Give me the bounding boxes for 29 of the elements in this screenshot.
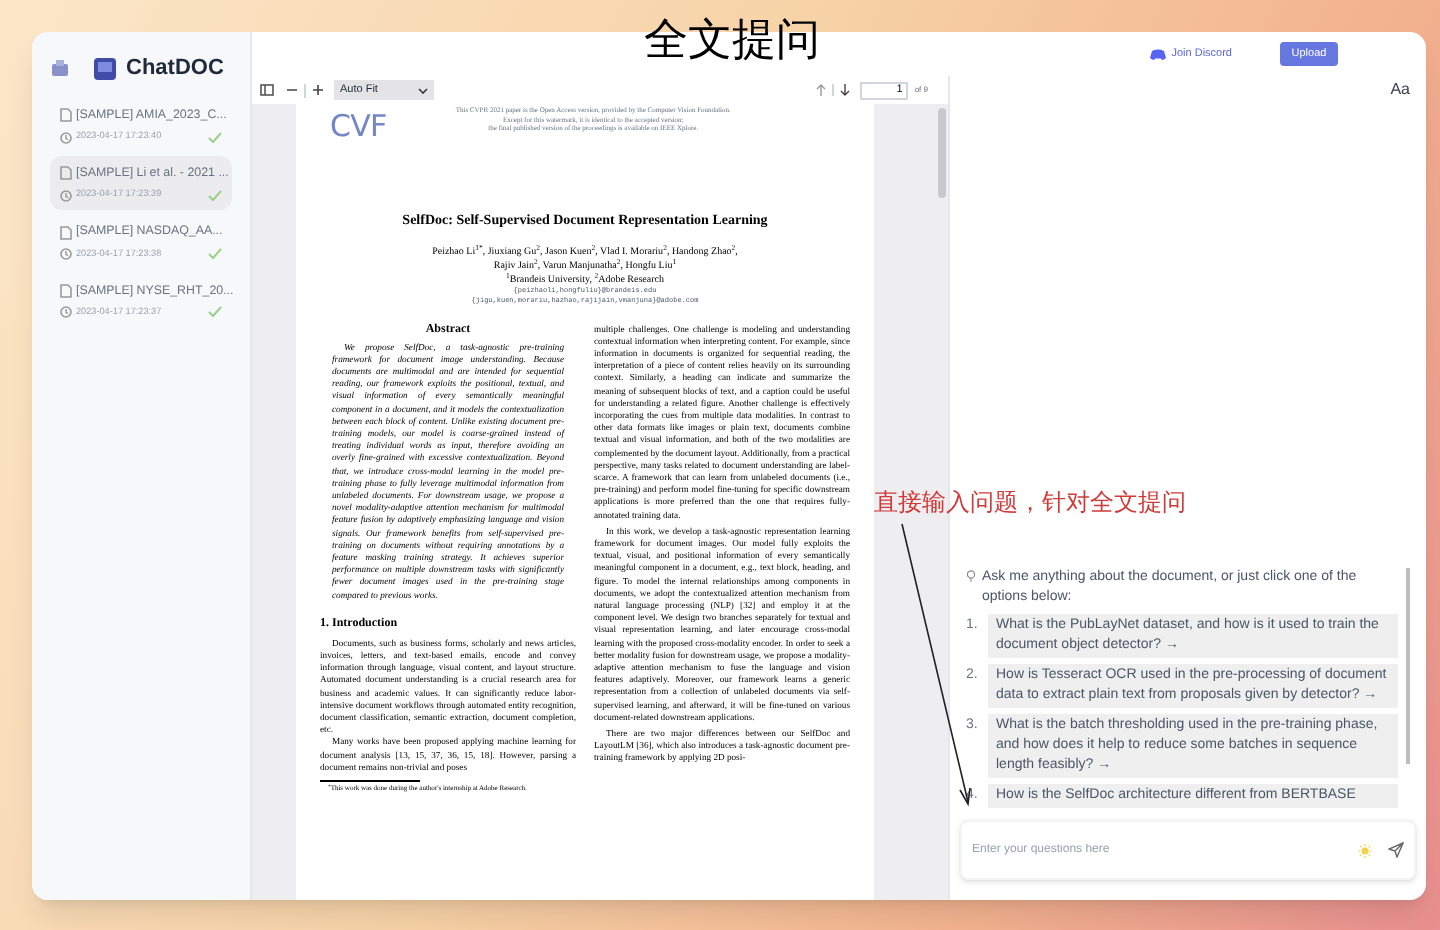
check-icon — [208, 248, 222, 261]
clock-icon — [60, 131, 72, 144]
clock-icon — [60, 189, 72, 202]
check-icon — [208, 306, 222, 319]
file-icon — [60, 108, 72, 123]
annotation-note: 直接输入问题，针对全文提问 — [874, 486, 1186, 518]
zoom-in-icon[interactable] — [312, 84, 324, 96]
app-name: ChatDOC — [126, 53, 224, 84]
font-settings-button[interactable]: Aa — [1390, 76, 1410, 104]
app-logo-icon — [94, 57, 116, 79]
arrow-down-icon[interactable] — [840, 84, 851, 96]
file-icon — [60, 166, 72, 181]
caret-icon — [418, 87, 428, 93]
scrollbar[interactable] — [1406, 568, 1410, 764]
annotation-title: 全文提问 — [644, 16, 820, 68]
check-icon — [208, 189, 222, 202]
bot-icon[interactable] — [50, 58, 70, 78]
file-icon — [60, 283, 72, 298]
clock-icon — [60, 306, 72, 319]
file-icon — [60, 225, 72, 240]
cvf-logo: CVF — [330, 108, 387, 144]
zoom-out-icon[interactable] — [286, 84, 298, 96]
check-icon — [208, 131, 222, 144]
sidebar-toggle-icon[interactable] — [260, 84, 274, 96]
send-icon[interactable] — [1388, 842, 1404, 858]
chat-bubble-icon — [1149, 48, 1166, 60]
arrow-up-icon[interactable] — [816, 84, 827, 96]
clock-icon — [60, 248, 72, 261]
lightbulb-icon — [966, 570, 976, 582]
